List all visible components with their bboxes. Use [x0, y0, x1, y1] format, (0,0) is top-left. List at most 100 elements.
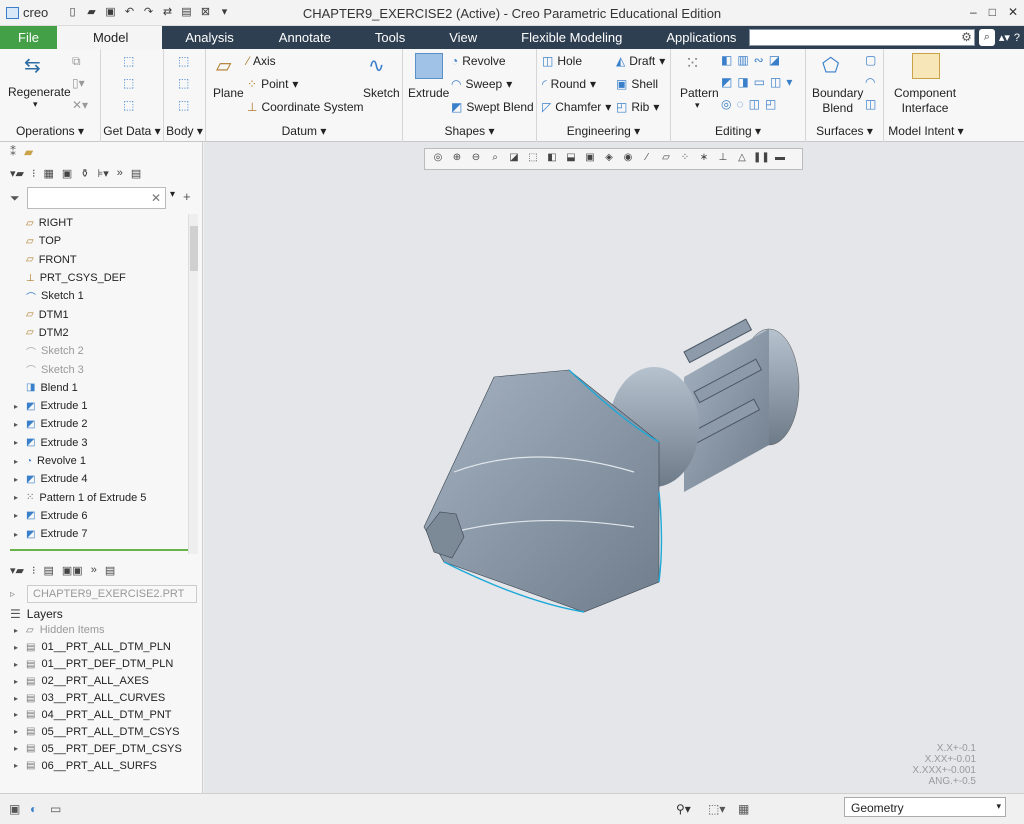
body-icon[interactable]: ⬚ — [178, 54, 189, 68]
expand-arrow-icon[interactable]: ▸ — [14, 493, 18, 502]
extrude-icon[interactable] — [415, 53, 443, 79]
clear-search-icon[interactable]: ✕ — [151, 191, 161, 205]
tree-item[interactable]: ⌒ Sketch 2 — [10, 342, 188, 360]
expand-arrow-icon[interactable]: ▸ — [14, 761, 18, 770]
columns-icon[interactable]: ▦ — [43, 167, 53, 180]
insert-indicator[interactable] — [10, 549, 188, 551]
tree-item[interactable]: ▸ ◩ Extrude 4 — [10, 470, 188, 488]
expand-arrow-icon[interactable]: ▸ — [14, 744, 18, 753]
tab-annotate[interactable]: Annotate — [257, 26, 353, 49]
expand-arrow-icon[interactable]: ▸ — [14, 420, 18, 429]
redo-icon[interactable]: ↷ — [142, 6, 155, 19]
trim-extend-icons[interactable]: ◩◨▭◫▾ — [721, 75, 797, 89]
tree-settings-icon[interactable]: ▾▰ — [10, 167, 24, 180]
customize-qat-icon[interactable]: ▾ — [218, 6, 231, 19]
layer-item[interactable]: ▸ ▤ 01__PRT_ALL_DTM_PLN — [10, 639, 195, 656]
pattern-icon[interactable]: ⁙ — [685, 53, 713, 79]
tree-item[interactable]: ▱ DTM2 — [10, 324, 188, 342]
regenerate-button[interactable]: Regenerate — [8, 85, 71, 99]
layer-item[interactable]: ▸ ▤ 06__PRT_ALL_SURFS — [10, 757, 195, 774]
boundary-blend-icon[interactable]: ⬠ — [822, 53, 850, 79]
axis-display-icon[interactable]: ⁘ — [677, 152, 693, 166]
minimize-icon[interactable]: – — [970, 5, 977, 19]
save-icon[interactable]: ▣ — [104, 6, 117, 19]
tree-item[interactable]: ⌒ Sketch 3 — [10, 360, 188, 378]
tree-item[interactable]: ▱ FRONT — [10, 251, 188, 269]
display-style-icon[interactable]: ◧ — [544, 152, 560, 166]
tree-options-icon[interactable]: ⊧▾ — [98, 167, 109, 180]
expand-arrow-icon[interactable]: ▸ — [14, 402, 18, 411]
swept-blend-button[interactable]: ◩ Swept Blend — [451, 100, 534, 114]
pause-icon[interactable]: ❚❚ — [753, 152, 770, 166]
layer-item[interactable]: ▸ ▤ 05__PRT_ALL_DTM_CSYS — [10, 723, 195, 740]
layer-item[interactable]: ▸ ▱ Hidden Items — [10, 622, 195, 639]
more-icon[interactable]: » — [117, 167, 123, 180]
find-icon[interactable]: ⚲▾ — [676, 802, 691, 816]
expand-arrow-icon[interactable]: ▸ — [14, 438, 18, 447]
tree-item[interactable]: ▱ RIGHT — [10, 214, 188, 232]
refit-icon[interactable]: ◎ — [430, 152, 446, 166]
expand-arrow-icon[interactable]: ▸ — [14, 475, 18, 484]
datum-group-label[interactable]: Datum ▾ — [206, 124, 402, 138]
expand-arrow-icon[interactable]: ▸ — [14, 710, 18, 719]
selected-items-icon[interactable]: ▦ — [738, 802, 749, 816]
tree-item[interactable]: ◨ Blend 1 — [10, 379, 188, 397]
mirror-merge-icons[interactable]: ◧▥∾◪ — [721, 53, 785, 67]
tree-item[interactable]: ▱ TOP — [10, 232, 188, 250]
bevel-gear-shaft-model[interactable] — [423, 318, 800, 613]
show-browser-icon[interactable]: ◐ — [30, 802, 37, 816]
expand-arrow-icon[interactable]: ▸ — [14, 626, 18, 635]
saved-orientations-icon[interactable]: ⬓ — [563, 152, 579, 166]
layer-item[interactable]: ▸ ▤ 02__PRT_ALL_AXES — [10, 673, 195, 690]
body-group-label[interactable]: Body ▾ — [164, 124, 205, 138]
zoom-window-icon[interactable]: ⌕ — [487, 152, 503, 166]
full-screen-icon[interactable]: ▭ — [50, 802, 61, 816]
sketch-icon[interactable]: ∿ — [368, 53, 396, 79]
perspective-icon[interactable]: ⬚ — [525, 152, 541, 166]
regenerate-dropdown-icon[interactable]: ▾ — [33, 99, 38, 110]
selection-box-icon[interactable]: ⬚▾ — [708, 802, 725, 816]
round-button[interactable]: ◜ Round ▾ — [542, 77, 596, 91]
get-data-group-label[interactable]: Get Data ▾ — [101, 124, 163, 138]
expand-arrow-icon[interactable]: ▸ — [14, 530, 18, 539]
split-body-icon[interactable]: ⬚ — [178, 98, 189, 112]
help-icon[interactable]: ? — [1014, 32, 1020, 44]
tree-item[interactable]: ▸ ◔ Revolve 1 — [10, 452, 188, 470]
expand-arrow-icon[interactable]: ▸ — [14, 694, 18, 703]
layer-status-icon[interactable]: ▣▣ — [62, 564, 83, 577]
model-tree-tab-icon[interactable]: ⁑ — [10, 145, 16, 159]
tree-item[interactable]: ⌒ Sketch 1 — [10, 287, 188, 305]
filter-dropdown-icon[interactable]: ▾ — [170, 189, 175, 200]
plane-icon[interactable]: ▱ — [216, 53, 244, 79]
draft-button[interactable]: ◭ Draft ▾ — [616, 54, 665, 68]
close-window-icon[interactable]: ⊠ — [199, 6, 212, 19]
tab-analysis[interactable]: Analysis — [162, 26, 256, 49]
show-navigator-icon[interactable]: ▣ — [9, 802, 20, 816]
expand-arrow-icon[interactable]: ▸ — [14, 643, 18, 652]
user-defined-feature-icon[interactable]: ⬚ — [123, 54, 134, 68]
surfaces-group-label[interactable]: Surfaces ▾ — [806, 124, 883, 138]
layer-notes-icon[interactable]: ▤ — [105, 564, 115, 577]
maximize-icon[interactable]: □ — [989, 5, 996, 19]
offset-thicken-icons[interactable]: ◎◌◫◰ — [721, 97, 781, 111]
spin-center-icon[interactable]: ▬ — [772, 152, 788, 166]
layer-tree-icon[interactable]: ▣ — [62, 167, 72, 180]
add-filter-icon[interactable]: + — [183, 189, 191, 204]
tab-view[interactable]: View — [427, 26, 499, 49]
selection-filter-select[interactable]: Geometry ▾ — [844, 797, 1006, 817]
help-menu-icon[interactable]: ▴▾ — [999, 31, 1010, 44]
tree-item[interactable]: ▸ ◩ Extrude 6 — [10, 507, 188, 525]
active-part-select[interactable]: CHAPTER9_EXERCISE2.PRT — [27, 585, 197, 603]
appearance-icon[interactable]: ◉ — [620, 152, 636, 166]
tab-tools[interactable]: Tools — [353, 26, 427, 49]
zoom-out-icon[interactable]: ⊖ — [468, 152, 484, 166]
tree-filter-icon[interactable]: ⚱ — [80, 167, 89, 180]
model-tree-search-input[interactable]: ✕ — [27, 187, 166, 209]
expand-arrow-icon[interactable]: ▸ — [14, 511, 18, 520]
expand-arrow-icon[interactable]: ▸ — [14, 677, 18, 686]
annotation-display-icon[interactable]: △ — [734, 152, 750, 166]
tab-model[interactable]: Model — [56, 26, 163, 49]
tree-notes-icon[interactable]: ▤ — [131, 167, 141, 180]
regenerate-icon[interactable]: ⇄ — [161, 6, 174, 19]
command-search-input[interactable]: ⚙ — [748, 29, 975, 46]
